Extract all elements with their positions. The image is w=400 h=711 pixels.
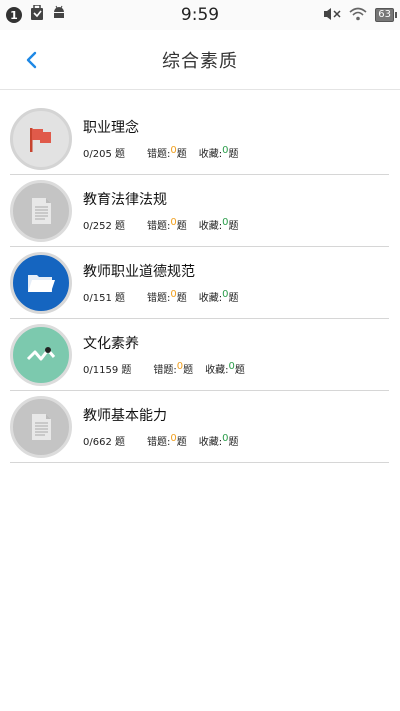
list-item-title: 教师职业道德规范 [83,264,195,280]
list-item-stats: 0/1159 题 错题: 0 题 收藏: 0 题 [83,361,245,376]
list-item[interactable]: 教师职业道德规范 0/151 题 错题: 0 题 收藏: 0 题 [10,247,389,319]
document-icon [10,395,72,458]
page-title: 综合素质 [162,50,238,72]
wifi-icon [349,6,367,25]
list-item[interactable]: 教师基本能力 0/662 题 错题: 0 题 收藏: 0 题 [10,391,389,463]
favorite-label: 收藏: [198,293,223,304]
notification-count-badge: 1 [6,7,22,23]
wrong-label: 错题: [147,293,171,304]
wrong-label: 错题: [147,221,171,232]
flag-icon [10,107,72,170]
chevron-left-icon [26,51,37,69]
favorite-label: 收藏: [205,365,229,376]
shopping-bag-icon [30,4,44,25]
wrong-unit: 题 [183,365,194,376]
list-item-title: 文化素养 [83,336,139,352]
progress-count: 0/1159 题 [83,365,132,376]
status-time: 9:59 [180,5,220,25]
favorite-label: 收藏: [198,149,223,160]
favorite-unit: 题 [228,149,239,160]
list-item-title: 教师基本能力 [83,408,167,424]
list-item-stats: 0/252 题 错题: 0 题 收藏: 0 题 [83,217,239,232]
wrong-unit: 题 [176,293,187,304]
wrong-label: 错题: [147,437,171,448]
list-item[interactable]: 文化素养 0/1159 题 错题: 0 题 收藏: 0 题 [10,319,389,391]
list-item-info: 教师基本能力 0/662 题 错题: 0 题 收藏: 0 题 [83,405,239,448]
list-item[interactable]: 职业理念 0/205 题 错题: 0 题 收藏: 0 题 [10,103,389,175]
favorite-label: 收藏: [198,437,223,448]
list-item-info: 职业理念 0/205 题 错题: 0 题 收藏: 0 题 [83,117,239,160]
progress-count: 0/252 题 [83,221,125,232]
favorite-label: 收藏: [198,221,223,232]
list-item-info: 教师职业道德规范 0/151 题 错题: 0 题 收藏: 0 题 [83,261,239,304]
android-debug-icon [52,5,66,25]
list-item-info: 教育法律法规 0/252 题 错题: 0 题 收藏: 0 题 [83,189,239,232]
battery-indicator: 63 [375,8,397,22]
list-item-stats: 0/662 题 错题: 0 题 收藏: 0 题 [83,433,239,448]
status-left: 1 [6,4,66,25]
list-item-stats: 0/151 题 错题: 0 题 收藏: 0 题 [83,289,239,304]
category-list: 职业理念 0/205 题 错题: 0 题 收藏: 0 题 教育法律法规 0/252 题 … [0,103,400,463]
list-item[interactable]: 教育法律法规 0/252 题 错题: 0 题 收藏: 0 题 [10,175,389,247]
favorite-unit: 题 [228,293,239,304]
wrong-unit: 题 [176,149,187,160]
progress-count: 0/662 题 [83,437,125,448]
wrong-unit: 题 [176,221,187,232]
wrong-unit: 题 [176,437,187,448]
favorite-unit: 题 [228,437,239,448]
favorite-unit: 题 [228,221,239,232]
folder-icon [10,251,72,314]
list-item-info: 文化素养 0/1159 题 错题: 0 题 收藏: 0 题 [83,333,245,376]
list-item-stats: 0/205 题 错题: 0 题 收藏: 0 题 [83,145,239,160]
status-bar: 1 9:59 63 [0,0,400,30]
line-chart-icon [10,323,72,386]
list-item-title: 职业理念 [83,120,139,136]
document-icon [10,179,72,242]
favorite-unit: 题 [234,365,245,376]
wrong-label: 错题: [153,365,177,376]
back-button[interactable] [20,48,44,72]
list-item-title: 教育法律法规 [83,192,167,208]
wrong-label: 错题: [147,149,171,160]
mute-icon [323,6,341,25]
header: 综合素质 [0,30,400,90]
progress-count: 0/151 题 [83,293,125,304]
status-right: 63 [323,6,397,25]
progress-count: 0/205 题 [83,149,125,160]
